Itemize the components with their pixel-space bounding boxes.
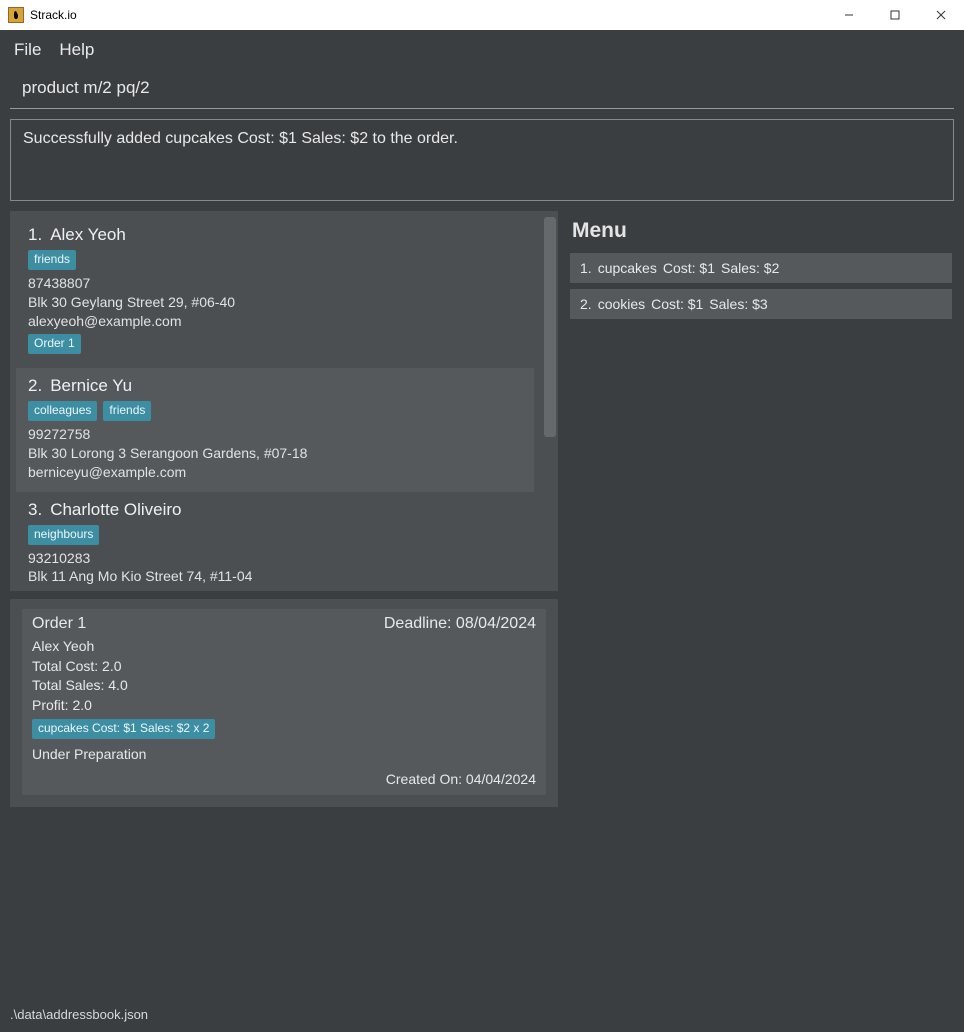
- person-card[interactable]: 3. Charlotte Oliveiro neighbours 93210283Bl…: [16, 492, 534, 585]
- person-name: Charlotte Oliveiro: [50, 500, 181, 519]
- menu-item-name: cupcakes: [598, 260, 657, 276]
- person-phone: 93210283: [28, 549, 522, 568]
- close-button[interactable]: [918, 0, 964, 30]
- tag: friends: [28, 250, 76, 270]
- order-total-cost: Total Cost: 2.0: [32, 657, 536, 677]
- order-product-tag: cupcakes Cost: $1 Sales: $2 x 2: [32, 719, 215, 739]
- person-address: Blk 30 Lorong 3 Serangoon Gardens, #07-1…: [28, 444, 522, 463]
- person-tags: colleagues friends: [28, 401, 522, 421]
- person-name: Alex Yeoh: [50, 225, 126, 244]
- person-email: berniceyu@example.com: [28, 463, 522, 482]
- person-title: 1. Alex Yeoh: [28, 225, 522, 245]
- person-phone: 99272758: [28, 425, 522, 444]
- menubar: File Help: [0, 30, 964, 70]
- maximize-button[interactable]: [872, 0, 918, 30]
- person-tags: neighbours: [28, 525, 522, 545]
- menu-item-index: 2.: [580, 296, 592, 312]
- person-address: Blk 11 Ang Mo Kio Street 74, #11-04: [28, 567, 522, 585]
- persons-panel: 1. Alex Yeoh friends 87438807Blk 30 Geylang…: [10, 211, 558, 591]
- order-card[interactable]: Order 1 Deadline: 08/04/2024 Alex Yeoh T…: [22, 609, 546, 795]
- menu-item-name: cookies: [598, 296, 645, 312]
- order-profit: Profit: 2.0: [32, 696, 536, 716]
- menu-item-index: 1.: [580, 260, 592, 276]
- person-name: Bernice Yu: [50, 376, 132, 395]
- tag: neighbours: [28, 525, 99, 545]
- command-input[interactable]: [10, 70, 954, 109]
- app-root: File Help Successfully added cupcakes Co…: [0, 30, 964, 1032]
- result-display: Successfully added cupcakes Cost: $1 Sal…: [10, 119, 954, 201]
- person-tags: friends: [28, 250, 522, 270]
- statusbar: .\data\addressbook.json: [0, 1003, 964, 1025]
- person-index: 3.: [28, 500, 42, 519]
- menu-item[interactable]: 1. cupcakes Cost: $1 Sales: $2: [570, 253, 952, 283]
- order-title: Order 1: [32, 615, 86, 633]
- menu-item[interactable]: 2. cookies Cost: $1 Sales: $3: [570, 289, 952, 319]
- person-address: Blk 30 Geylang Street 29, #06-40: [28, 293, 522, 312]
- statusbar-path: .\data\addressbook.json: [10, 1007, 148, 1022]
- tag: colleagues: [28, 401, 97, 421]
- person-extra-tags: Order 1: [28, 334, 522, 354]
- menu-heading: Menu: [568, 211, 954, 253]
- menu-item-sales: Sales: $3: [709, 296, 767, 312]
- menu-list: 1. cupcakes Cost: $1 Sales: $2 2. cookies Cost…: [568, 253, 954, 319]
- orders-panel: Order 1 Deadline: 08/04/2024 Alex Yeoh T…: [10, 599, 558, 807]
- person-index: 2.: [28, 376, 42, 395]
- persons-list[interactable]: 1. Alex Yeoh friends 87438807Blk 30 Geylang…: [16, 217, 552, 585]
- menu-item-cost: Cost: $1: [663, 260, 715, 276]
- minimize-button[interactable]: [826, 0, 872, 30]
- person-card[interactable]: 2. Bernice Yu colleagues friends 99272758Blk…: [16, 368, 534, 491]
- order-total-sales: Total Sales: 4.0: [32, 676, 536, 696]
- menu-item-cost: Cost: $1: [651, 296, 703, 312]
- window-title: Strack.io: [30, 8, 77, 22]
- menu-file[interactable]: File: [14, 40, 41, 60]
- person-title: 2. Bernice Yu: [28, 376, 522, 396]
- person-index: 1.: [28, 225, 42, 244]
- tag: friends: [103, 401, 151, 421]
- order-status: Under Preparation: [32, 745, 536, 765]
- person-title: 3. Charlotte Oliveiro: [28, 500, 522, 520]
- scrollbar-thumb[interactable]: [544, 217, 556, 437]
- person-card[interactable]: 1. Alex Yeoh friends 87438807Blk 30 Geylang…: [16, 217, 534, 368]
- order-deadline: Deadline: 08/04/2024: [384, 615, 536, 633]
- order-created: Created On: 04/04/2024: [32, 771, 536, 787]
- app-icon: [8, 7, 24, 23]
- person-email: alexyeoh@example.com: [28, 312, 522, 331]
- menu-help[interactable]: Help: [59, 40, 94, 60]
- person-phone: 87438807: [28, 274, 522, 293]
- result-message: Successfully added cupcakes Cost: $1 Sal…: [23, 130, 458, 147]
- order-customer: Alex Yeoh: [32, 637, 536, 657]
- window-titlebar: Strack.io: [0, 0, 964, 30]
- tag: Order 1: [28, 334, 81, 354]
- menu-item-sales: Sales: $2: [721, 260, 779, 276]
